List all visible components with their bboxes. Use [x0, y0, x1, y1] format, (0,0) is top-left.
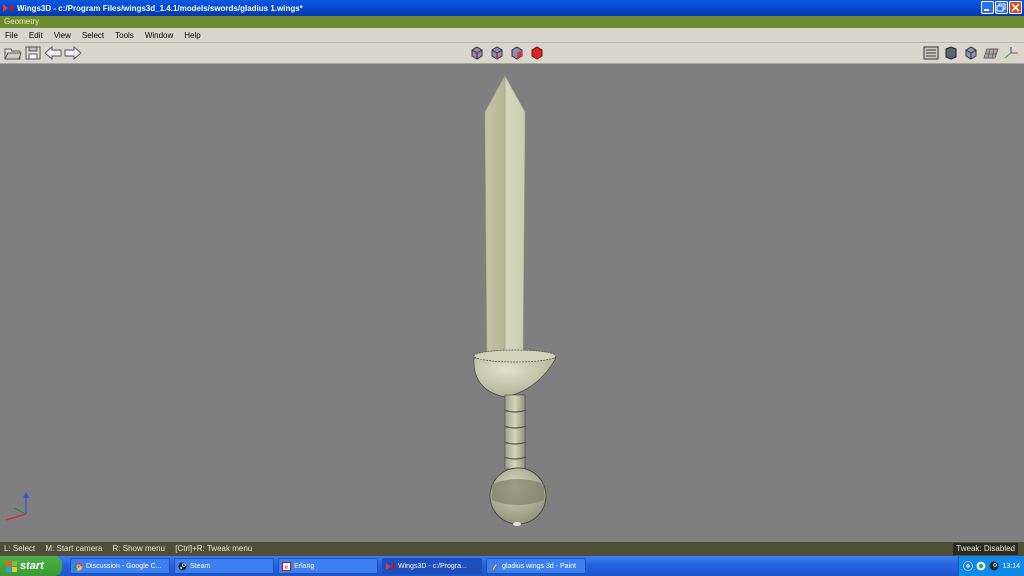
smooth-preview-button[interactable]: [922, 45, 940, 61]
tweak-status: Tweak: Disabled: [953, 543, 1018, 555]
windows-flag-icon: [6, 560, 17, 572]
shaded-view-icon: [945, 46, 957, 60]
toolbar: [0, 43, 1024, 64]
menu-edit[interactable]: Edit: [24, 31, 49, 40]
close-icon: [1011, 3, 1020, 12]
sword-guard[interactable]: [473, 349, 557, 398]
svg-text:e: e: [285, 563, 288, 571]
task-wings3d-label: Wings3D - c:/Progra...: [398, 562, 467, 570]
wings3d-icon: [386, 562, 395, 570]
menu-file[interactable]: File: [0, 31, 24, 40]
menu-window[interactable]: Window: [140, 31, 179, 40]
sword-grip[interactable]: [503, 394, 527, 470]
hint-ctrl-right-click: [Ctrl]+R: Tweak menu: [175, 544, 253, 553]
minimize-button[interactable]: [981, 1, 994, 14]
sword-blade[interactable]: [484, 74, 526, 353]
menu-view[interactable]: View: [49, 31, 77, 40]
body-mode-icon: [531, 46, 543, 60]
restore-icon: [996, 3, 1006, 12]
windows-taskbar: start Discussion - Google C... Steam e E…: [0, 556, 1024, 576]
window-title: Wings3D - c:/Program Files/wings3d_1.4.1…: [17, 3, 303, 13]
task-steam[interactable]: Steam: [174, 558, 274, 574]
edge-mode-button[interactable]: [488, 45, 506, 61]
clock[interactable]: 13:14: [1002, 563, 1020, 570]
wireframe-button[interactable]: [962, 45, 980, 61]
axes-button[interactable]: [1002, 45, 1020, 61]
shaded-view-button[interactable]: [942, 45, 960, 61]
save-button[interactable]: [24, 45, 42, 61]
vertex-mode-icon: [471, 46, 483, 60]
chrome-icon: [74, 561, 83, 571]
hint-middle-click: M: Start camera: [45, 544, 103, 553]
system-tray: 13:14: [958, 556, 1024, 576]
ground-plane-button[interactable]: [982, 45, 1000, 61]
wings3d-app-icon: [3, 4, 13, 12]
steam-icon: [178, 561, 187, 571]
task-paint-label: gladius wings 3d - Paint: [502, 562, 576, 570]
minimize-icon: [984, 9, 989, 11]
close-button[interactable]: [1009, 1, 1022, 14]
geometry-viewport[interactable]: [0, 64, 1024, 542]
task-erlang-label: Erlang: [294, 562, 315, 570]
edge-mode-icon: [491, 46, 503, 60]
sword-model: [5, 74, 557, 526]
task-chrome-label: Discussion - Google C...: [86, 562, 162, 570]
geometry-label: Geometry: [4, 17, 40, 26]
redo-button[interactable]: [64, 45, 82, 61]
geometry-window-bar[interactable]: Geometry: [0, 16, 1024, 28]
wireframe-cube-icon: [965, 46, 977, 60]
open-file-icon: [4, 48, 22, 60]
hint-right-click: R: Show menu: [112, 544, 165, 553]
face-mode-button[interactable]: [508, 45, 526, 61]
status-bar: L: Select M: Start camera R: Show menu […: [0, 542, 1024, 556]
axis-gizmo: [5, 492, 29, 521]
security-icon[interactable]: [976, 561, 986, 571]
sword-pommel[interactable]: [489, 467, 547, 526]
task-wings3d[interactable]: Wings3D - c:/Progra...: [382, 558, 482, 574]
network-icon[interactable]: [963, 561, 973, 571]
task-steam-label: Steam: [190, 562, 211, 570]
vertex-mode-button[interactable]: [468, 45, 486, 61]
undo-button[interactable]: [44, 45, 62, 61]
smooth-preview-icon: [923, 46, 939, 60]
task-erlang[interactable]: e Erlang: [278, 558, 378, 574]
hint-left-click: L: Select: [4, 544, 36, 553]
paint-icon: [491, 563, 498, 571]
open-button[interactable]: [4, 45, 22, 61]
window-title-bar[interactable]: Wings3D - c:/Program Files/wings3d_1.4.1…: [0, 0, 1024, 16]
task-chrome[interactable]: Discussion - Google C...: [70, 558, 170, 574]
menu-bar: File Edit View Select Tools Window Help: [0, 28, 1024, 43]
ground-plane-icon: [983, 48, 999, 59]
menu-select[interactable]: Select: [77, 31, 110, 40]
start-label: start: [20, 560, 44, 572]
face-mode-icon: [511, 46, 523, 60]
save-icon: [25, 46, 41, 60]
task-paint[interactable]: gladius wings 3d - Paint: [486, 558, 586, 574]
axes-icon: [1004, 47, 1018, 59]
menu-help[interactable]: Help: [179, 31, 206, 40]
erlang-icon: e: [282, 561, 291, 571]
menu-tools[interactable]: Tools: [110, 31, 140, 40]
redo-arrow-icon: [64, 46, 82, 60]
start-button[interactable]: start: [0, 556, 62, 576]
body-mode-button[interactable]: [528, 45, 546, 61]
steam-tray-icon[interactable]: [989, 561, 999, 571]
undo-arrow-icon: [44, 46, 62, 60]
maximize-button[interactable]: [995, 1, 1008, 14]
